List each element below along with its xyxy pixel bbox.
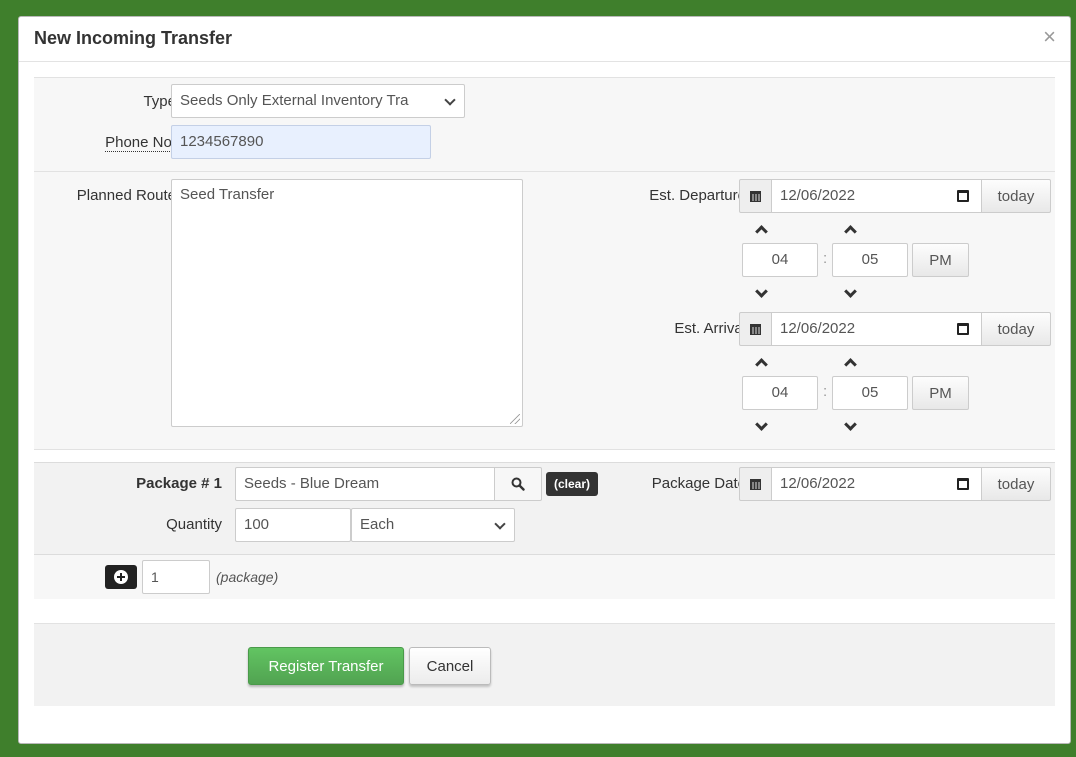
add-package-button[interactable] [105, 565, 137, 589]
package-date-value: 12/06/2022 [780, 475, 856, 492]
est-arrival-label: Est. Arrival [674, 320, 746, 337]
cancel-button[interactable]: Cancel [409, 647, 491, 685]
calendar-icon [750, 478, 761, 490]
departure-date-input[interactable]: 12/06/2022 [771, 179, 982, 213]
divider [34, 449, 1055, 450]
calendar-icon [750, 323, 761, 335]
modal-header: New Incoming Transfer × [19, 17, 1070, 62]
time-separator: : [823, 383, 828, 400]
date-picker-icon[interactable] [957, 478, 969, 490]
new-incoming-transfer-modal: New Incoming Transfer × Type Seeds Only … [18, 16, 1071, 744]
phone-label-text: Phone No. [105, 134, 176, 152]
package-calendar-addon[interactable] [739, 467, 772, 501]
quantity-unit-value: Each [360, 516, 395, 533]
arrival-date-input[interactable]: 12/06/2022 [771, 312, 982, 346]
departure-meridiem-toggle[interactable]: PM [912, 243, 969, 277]
planned-route-value: Seed Transfer [180, 186, 275, 203]
phone-label: Phone No. [105, 134, 176, 152]
package-search-button[interactable] [494, 467, 542, 501]
resize-grip-icon[interactable] [510, 414, 520, 424]
divider [34, 462, 1055, 463]
departure-minute-input[interactable]: 05 [832, 243, 908, 277]
calendar-icon [750, 190, 761, 202]
quantity-input[interactable]: 100 [235, 508, 351, 542]
search-icon [511, 477, 525, 491]
modal-title: New Incoming Transfer [34, 28, 233, 48]
departure-date-value: 12/06/2022 [780, 187, 856, 204]
time-separator: : [823, 250, 828, 267]
plus-circle-icon [114, 570, 128, 584]
type-select[interactable]: Seeds Only External Inventory Tra [171, 84, 465, 118]
package-date-input[interactable]: 12/06/2022 [771, 467, 982, 501]
package-count-note: (package) [216, 569, 279, 585]
package-label: Package # 1 [136, 475, 222, 492]
arrival-today-button[interactable]: today [981, 312, 1051, 346]
divider [34, 77, 1055, 78]
package-date-today-button[interactable]: today [981, 467, 1051, 501]
departure-today-button[interactable]: today [981, 179, 1051, 213]
arrival-calendar-addon[interactable] [739, 312, 772, 346]
arrival-minute-input[interactable]: 05 [832, 376, 908, 410]
est-arrival-label-text: Est. Arrival [674, 320, 746, 337]
date-picker-icon[interactable] [957, 190, 969, 202]
arrival-date-value: 12/06/2022 [780, 320, 856, 337]
departure-hour-input[interactable]: 04 [742, 243, 818, 277]
phone-input[interactable]: 1234567890 [171, 125, 431, 159]
departure-calendar-addon[interactable] [739, 179, 772, 213]
est-departure-label-text: Est. Departure [649, 187, 746, 204]
close-button[interactable]: × [1043, 26, 1056, 48]
register-transfer-button[interactable]: Register Transfer [248, 647, 404, 685]
type-select-value: Seeds Only External Inventory Tra [180, 92, 409, 109]
package-item-input[interactable]: Seeds - Blue Dream [235, 467, 495, 501]
arrival-hour-input[interactable]: 04 [742, 376, 818, 410]
package-clear-button[interactable]: (clear) [546, 472, 598, 496]
planned-route-textarea[interactable]: Seed Transfer [171, 179, 523, 427]
planned-route-label: Planned Route [76, 187, 176, 204]
package-date-label: Package Date [651, 475, 746, 492]
package-item-value: Seeds - Blue Dream [244, 475, 380, 492]
divider [34, 171, 1055, 172]
quantity-unit-select[interactable]: Each [351, 508, 515, 542]
arrival-meridiem-toggle[interactable]: PM [912, 376, 969, 410]
modal-footer [34, 623, 1055, 706]
quantity-label: Quantity [166, 516, 222, 533]
est-departure-label: Est. Departure [649, 187, 746, 204]
date-picker-icon[interactable] [957, 323, 969, 335]
package-count-input[interactable]: 1 [142, 560, 210, 594]
